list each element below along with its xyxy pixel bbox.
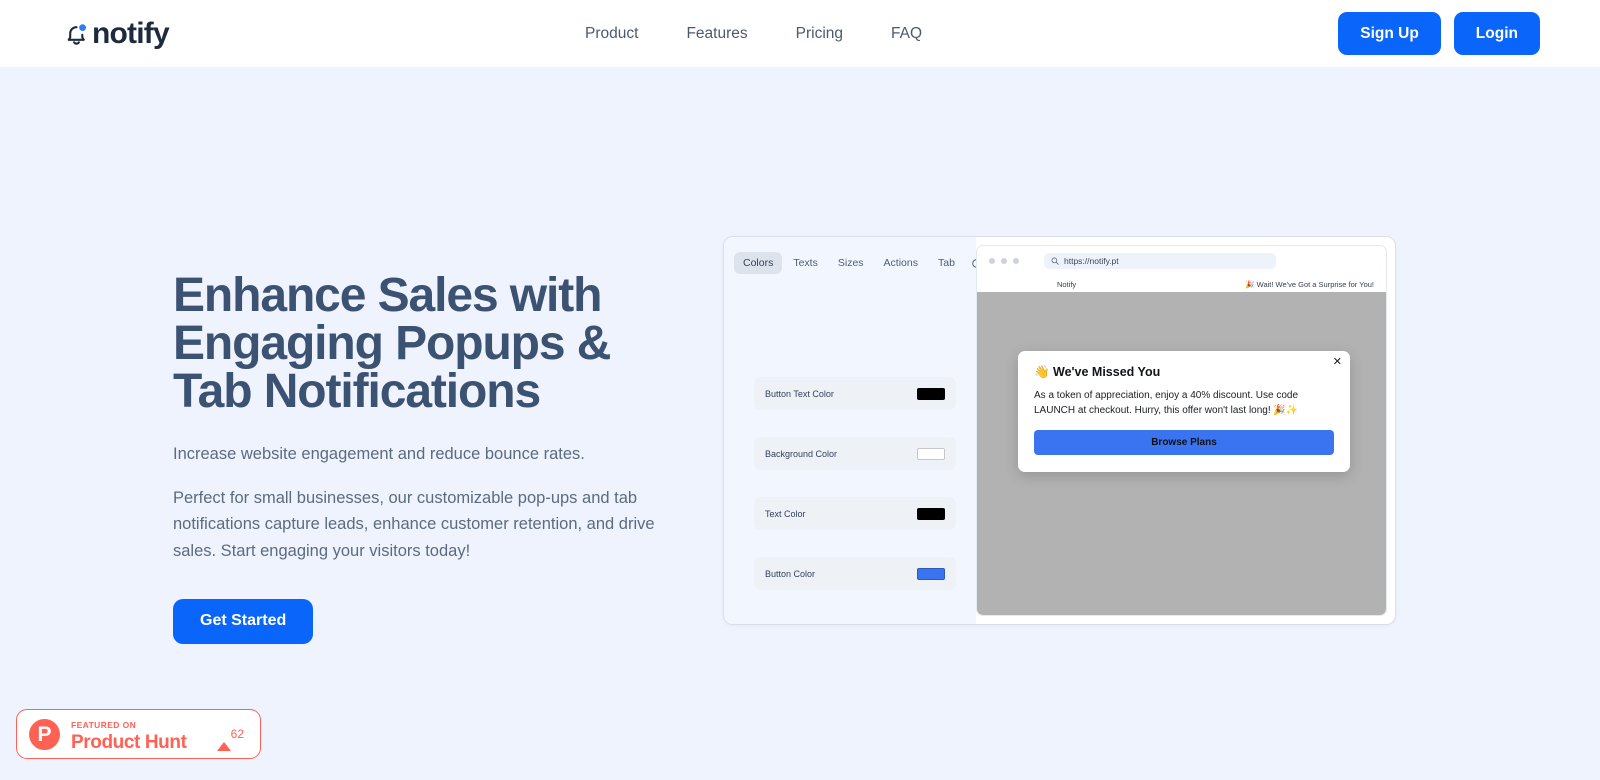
hero-section: Enhance Sales with Engaging Popups & Tab… — [0, 67, 1600, 780]
product-hunt-text: FEATURED ON Product Hunt — [71, 715, 217, 753]
product-hunt-featured-label: FEATURED ON — [71, 720, 137, 731]
tab-sizes[interactable]: Sizes — [829, 252, 873, 274]
product-hunt-badge[interactable]: P FEATURED ON Product Hunt 62 — [16, 709, 261, 759]
color-swatch[interactable] — [917, 447, 945, 460]
browser-toolbar: https://notify.pt — [977, 246, 1386, 276]
settings-tabs: Colors Texts Sizes Actions Tab — [724, 237, 981, 274]
hero-subtitle: Increase website engagement and reduce b… — [173, 445, 585, 463]
color-row-background-color[interactable]: Background Color — [754, 437, 956, 470]
window-controls — [989, 258, 1019, 264]
product-hunt-name: Product Hunt — [71, 732, 187, 754]
bell-icon — [60, 19, 90, 49]
browser-preview: https://notify.pt Notify 🎉 Wait! We've G… — [976, 237, 1395, 624]
settings-panel: Colors Texts Sizes Actions Tab Button Te… — [724, 237, 981, 624]
sign-up-button[interactable]: Sign Up — [1338, 12, 1441, 55]
popup-card: ✕ 👋 We've Missed You As a token of appre… — [1018, 351, 1350, 472]
color-swatch[interactable] — [917, 567, 945, 580]
color-swatch[interactable] — [917, 387, 945, 400]
upvote-count: 62 — [230, 727, 244, 741]
browser-window: https://notify.pt Notify 🎉 Wait! We've G… — [976, 245, 1387, 616]
window-close-dot — [989, 258, 995, 264]
window-minimize-dot — [1001, 258, 1007, 264]
product-hunt-icon: P — [29, 718, 60, 750]
app-mockup: Colors Texts Sizes Actions Tab Button Te… — [723, 236, 1396, 625]
browser-tab-title: Notify — [1057, 279, 1077, 289]
get-started-button[interactable]: Get Started — [173, 598, 314, 644]
tab-texts[interactable]: Texts — [784, 252, 827, 274]
hero-copy: Enhance Sales with Engaging Popups & Tab… — [0, 67, 700, 644]
color-setting-rows: Button Text Color Background Color Text … — [754, 377, 956, 617]
search-icon — [1051, 252, 1059, 270]
main-nav: Product Features Pricing FAQ — [585, 25, 922, 43]
tab-tab[interactable]: Tab — [929, 252, 964, 274]
tab-actions[interactable]: Actions — [875, 252, 927, 274]
color-row-text-color[interactable]: Text Color — [754, 497, 956, 530]
upvote-triangle-icon — [216, 725, 231, 751]
color-row-button-color[interactable]: Button Color — [754, 557, 956, 590]
url-input[interactable]: https://notify.pt — [1044, 253, 1276, 269]
product-hunt-upvote[interactable]: 62 — [216, 725, 248, 751]
nav-item-product[interactable]: Product — [585, 25, 638, 43]
site-header: notify Product Features Pricing FAQ Sign… — [0, 0, 1600, 67]
popup-title: 👋 We've Missed You — [1034, 365, 1161, 379]
nav-item-pricing[interactable]: Pricing — [796, 25, 843, 43]
browser-tab-row: Notify 🎉 Wait! We've Got a Surprise for … — [977, 276, 1386, 292]
color-swatch[interactable] — [917, 507, 945, 520]
color-row-label: Button Color — [765, 568, 816, 579]
url-text: https://notify.pt — [1064, 256, 1119, 266]
color-row-label: Text Color — [765, 508, 806, 519]
browser-viewport: ✕ 👋 We've Missed You As a token of appre… — [977, 292, 1386, 615]
hero-body: Perfect for small businesses, our custom… — [173, 488, 655, 560]
auth-buttons: Sign Up Login — [1338, 12, 1540, 55]
color-row-label: Background Color — [765, 448, 838, 459]
tab-colors[interactable]: Colors — [734, 252, 783, 274]
browse-plans-button[interactable]: Browse Plans — [1034, 430, 1334, 455]
nav-item-features[interactable]: Features — [686, 25, 747, 43]
color-row-label: Button Text Color — [765, 388, 834, 399]
logo-text: notify — [92, 16, 170, 50]
tab-notification-text: 🎉 Wait! We've Got a Surprise for You! — [1245, 279, 1374, 289]
close-icon[interactable]: ✕ — [1333, 357, 1342, 368]
popup-body: As a token of appreciation, enjoy a 40% … — [1034, 390, 1299, 416]
hero-title: Enhance Sales with Engaging Popups & Tab… — [173, 269, 611, 418]
logo[interactable]: notify — [60, 16, 170, 50]
color-row-button-text-color[interactable]: Button Text Color — [754, 377, 956, 410]
window-maximize-dot — [1013, 258, 1019, 264]
login-button[interactable]: Login — [1453, 12, 1540, 55]
nav-item-faq[interactable]: FAQ — [891, 25, 922, 43]
